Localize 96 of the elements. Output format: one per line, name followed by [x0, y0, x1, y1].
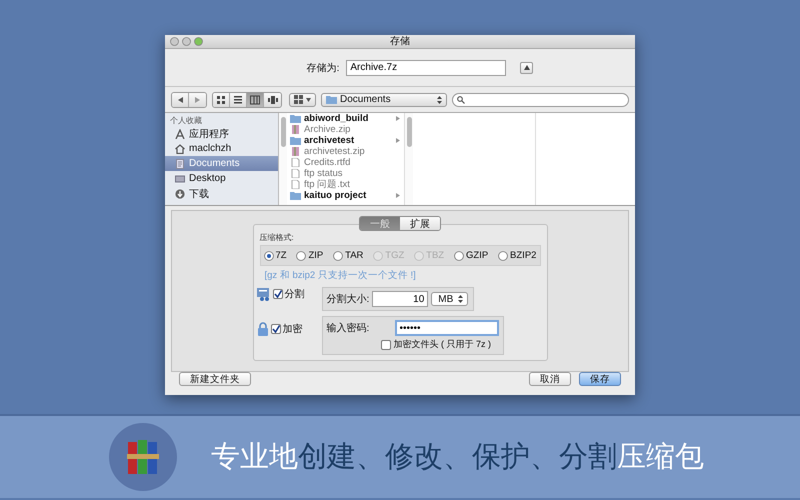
radio-icon [498, 250, 508, 260]
location-popup[interactable]: Documents [321, 92, 447, 106]
radio-icon [296, 250, 306, 260]
zoom-icon[interactable] [194, 37, 203, 46]
view-mode-button[interactable] [247, 92, 264, 106]
search-field[interactable] [452, 92, 629, 106]
view-mode-button[interactable] [264, 92, 281, 106]
file-item[interactable]: archivetest.zip [290, 146, 404, 157]
radio-icon [264, 250, 274, 260]
file-item[interactable]: abiword_build [290, 113, 404, 124]
navigation-switcher[interactable] [171, 92, 207, 108]
file-item[interactable]: ftp status [290, 168, 404, 179]
search-icon [457, 96, 465, 104]
list-icon [233, 94, 243, 104]
checkmark-icon [274, 290, 282, 298]
minimize-icon[interactable] [182, 37, 191, 46]
sidebar-item[interactable]: 下载 [165, 186, 278, 201]
password-field[interactable]: •••••• [394, 320, 498, 336]
house-icon [175, 144, 185, 154]
document-icon [290, 180, 301, 189]
arrange-button[interactable] [289, 92, 316, 106]
checkbox[interactable] [270, 324, 280, 334]
folder-icon [290, 191, 301, 200]
close-icon[interactable] [170, 37, 179, 46]
book-stack-icon [126, 438, 160, 476]
file-item[interactable]: kaituo project [290, 190, 404, 201]
checkmark-icon [272, 325, 280, 333]
triangle-right-icon [195, 96, 200, 102]
radio-icon [414, 250, 424, 260]
radio-icon [454, 250, 464, 260]
checkbox[interactable] [380, 340, 390, 350]
radio-icon [373, 250, 384, 260]
file-item[interactable]: ftp 问题.txt [290, 179, 404, 190]
view-mode-button[interactable] [213, 92, 230, 106]
file-item[interactable]: Archive.zip [290, 124, 404, 135]
columns-icon [250, 94, 260, 104]
file-item[interactable]: Credits.rtfd [290, 157, 404, 168]
save-button[interactable]: 保存 [579, 372, 621, 386]
tab[interactable]: 扩展 [400, 217, 440, 230]
file-name-field[interactable]: Archive.7z [346, 60, 506, 76]
cover-flow-icon [268, 94, 278, 104]
sidebar-item[interactable]: Desktop [165, 171, 278, 186]
download-icon [175, 188, 185, 198]
sidebar-item[interactable]: maclchzh [165, 141, 278, 156]
back-button[interactable] [172, 92, 189, 106]
stepper-icon [458, 295, 464, 303]
triangle-right-icon [396, 116, 400, 121]
checkbox[interactable] [272, 289, 282, 299]
caret-icon [306, 98, 311, 102]
expand-button[interactable] [520, 62, 534, 74]
scrollbar-thumb[interactable] [406, 117, 412, 147]
lock-icon [256, 322, 268, 336]
new-folder-button[interactable]: 新建文件夹 [179, 372, 251, 386]
split-label: 分割 [284, 288, 304, 301]
encrypt-label: 加密 [282, 322, 302, 336]
split-icon [256, 287, 270, 301]
radio-icon [333, 250, 344, 260]
format-option[interactable]: ZIP [296, 250, 324, 261]
archive-icon [290, 125, 301, 134]
encrypt-header-label: 加密文件头 ( 只用于 7z ) [394, 338, 492, 351]
window-title: 存储 [390, 36, 410, 47]
grid-icon [216, 94, 226, 104]
file-item[interactable]: archivetest [290, 135, 404, 146]
sidebar-item[interactable]: 应用程序 [165, 126, 278, 141]
split-size-label: 分割大小: [326, 292, 370, 306]
folder-icon [290, 114, 301, 123]
grid-icon [294, 95, 303, 104]
format-option[interactable]: BZIP2 [498, 250, 536, 261]
split-size-field[interactable]: 10 [372, 291, 428, 307]
triangle-up-icon [524, 65, 530, 70]
triangle-right-icon [396, 138, 400, 143]
document-icon [290, 169, 301, 178]
triangle-right-icon [396, 193, 400, 198]
document-icon [175, 158, 185, 168]
archive-icon [290, 147, 301, 156]
format-option[interactable]: GZIP [454, 250, 488, 261]
view-mode-switcher[interactable] [212, 92, 282, 108]
sidebar-heading: 个人收藏 [169, 115, 203, 126]
scrollbar-thumb[interactable] [280, 117, 286, 147]
save-as-label: 存储为: [306, 62, 340, 74]
format-option[interactable]: 7Z [264, 250, 287, 261]
stepper-icon [437, 96, 442, 104]
monitor-icon [175, 174, 185, 184]
note-text: [gz 和 bzip2 只支持一次一个文件 !] [264, 269, 417, 281]
format-option[interactable]: TAR [333, 250, 364, 261]
slogan-text: 专业地创建、修改、保护、分割压缩包 [211, 438, 704, 475]
format-label: 压缩格式: [260, 232, 295, 243]
password-label: 输入密码: [326, 322, 370, 335]
apps-icon [175, 128, 185, 138]
folder-icon [326, 95, 337, 104]
cancel-button[interactable]: 取消 [529, 372, 571, 386]
folder-icon [290, 136, 301, 145]
document-icon [290, 158, 301, 167]
unit-popup[interactable]: MB [431, 292, 468, 306]
triangle-left-icon [178, 96, 182, 102]
view-mode-button[interactable] [230, 92, 247, 106]
